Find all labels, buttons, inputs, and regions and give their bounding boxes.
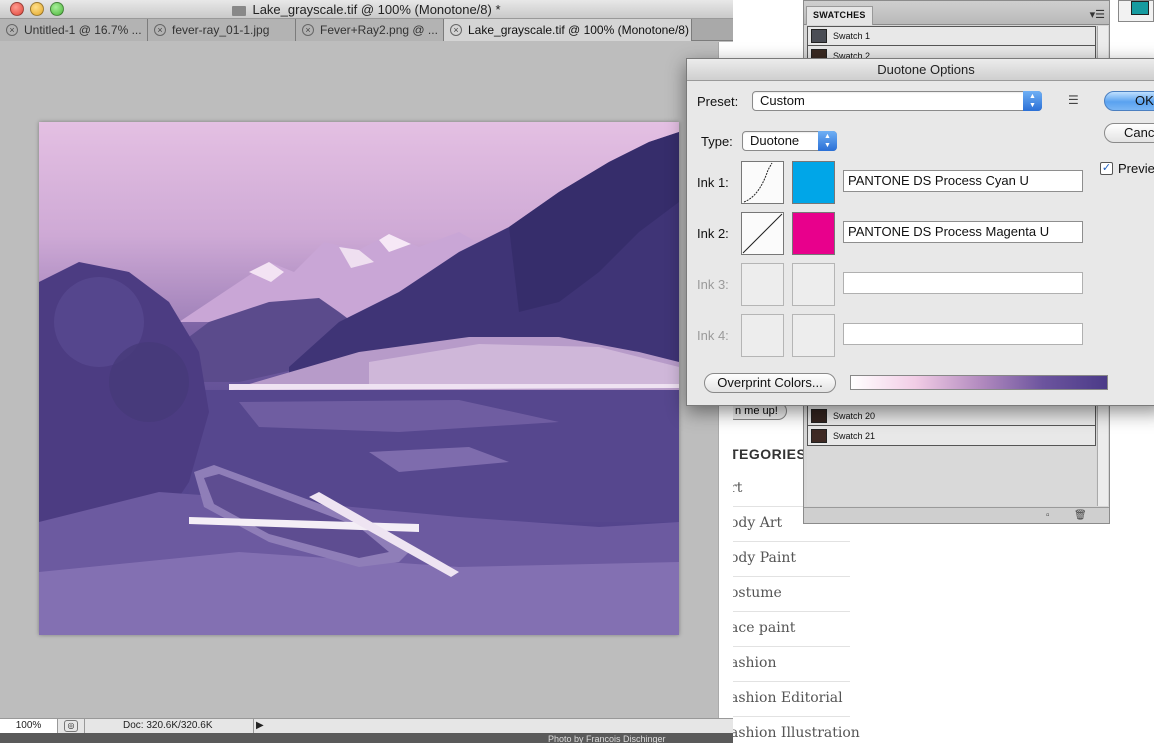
ink1-curve-button[interactable] [741,161,784,204]
ink4-color-swatch [792,314,835,357]
status-bar: 100% ◎ Doc: 320.6K/320.6K ▶ [0,718,733,733]
close-tab-icon[interactable]: × [6,24,18,36]
swatch-chip [811,428,827,443]
swatch-chip [811,29,827,43]
panel-menu-icon[interactable]: ▾☰ [1090,8,1105,21]
duotone-gradient-ramp [850,375,1108,390]
canvas-area[interactable] [0,42,718,718]
swatch-row[interactable]: Swatch 1 [807,26,1096,46]
ink1-name-field[interactable]: PANTONE DS Process Cyan U [843,170,1083,192]
category-link[interactable]: ody Paint [726,542,850,577]
preview-checkbox[interactable]: ✓ [1100,162,1113,175]
ok-button[interactable]: OK [1104,91,1154,111]
document-size-info: Doc: 320.6K/320.6K [84,719,254,733]
category-link[interactable]: ace paint [726,612,850,647]
close-tab-icon[interactable]: × [450,24,462,36]
category-link[interactable]: ostume [726,577,850,612]
tab-label: Untitled-1 @ 16.7% ... [24,23,142,37]
swatch-name: Swatch 21 [833,430,876,441]
zoom-window-icon[interactable] [50,2,64,16]
ink3-label: Ink 3: [697,277,729,292]
ink3-color-swatch [792,263,835,306]
overprint-colors-button[interactable]: Overprint Colors... [704,373,836,393]
document-tab[interactable]: × Fever+Ray2.png @ ... [296,19,444,41]
ink4-curve-button [741,314,784,357]
select-stepper-icon: ▲ ▼ [818,131,837,151]
tab-label: Fever+Ray2.png @ ... [320,23,438,37]
preview-label: Previe [1118,161,1154,176]
swatch-name: Swatch 20 [833,410,876,421]
ink3-curve-button [741,263,784,306]
status-info-icon[interactable]: ◎ [64,720,78,732]
close-window-icon[interactable] [10,2,24,16]
select-stepper-icon: ▲ ▼ [1023,91,1042,111]
ink2-curve-icon [742,213,783,254]
ink2-color-swatch[interactable] [792,212,835,255]
lake-scene-image [39,122,679,635]
type-select[interactable]: Duotone ▲ ▼ [742,131,837,151]
swatches-footer: ▫ 🗑 [804,507,1109,523]
ink2-label: Ink 2: [697,226,729,241]
swatches-tabbar: SWATCHES ▾☰ [804,1,1109,25]
cancel-button[interactable]: Canc [1104,123,1154,143]
swatches-tab[interactable]: SWATCHES [806,6,873,25]
document-tab[interactable]: × Untitled-1 @ 16.7% ... [0,19,148,41]
tab-label: Lake_grayscale.tif @ 100% (Monotone/8) * [468,23,692,37]
swatch-row[interactable]: Swatch 20 [807,406,1096,426]
close-tab-icon[interactable]: × [154,24,166,36]
trash-icon[interactable]: 🗑 [1074,510,1087,521]
window-title: Lake_grayscale.tif @ 100% (Monotone/8) * [252,2,501,17]
type-label: Type: [701,134,733,149]
swatch-name: Swatch 1 [833,31,871,41]
foreground-color-box[interactable] [1118,0,1154,22]
preset-select[interactable]: Custom ▲ ▼ [752,91,1042,111]
ink4-name-field [843,323,1083,345]
ink4-label: Ink 4: [697,328,729,343]
category-link[interactable]: ashion Editorial [726,682,850,717]
document-tab[interactable]: × fever-ray_01-1.jpg [148,19,296,41]
document-tabbar: × Untitled-1 @ 16.7% ... × fever-ray_01-1.… [0,19,733,41]
foreground-color-chip [1131,1,1149,15]
category-link[interactable]: ashion Illustration [726,717,860,743]
zoom-level-field[interactable]: 100% [0,719,58,733]
ink1-label: Ink 1: [697,175,729,190]
category-link[interactable]: ashion [726,647,850,682]
tab-label: fever-ray_01-1.jpg [172,23,270,37]
new-swatch-icon[interactable]: ▫ [1046,510,1050,521]
minimize-window-icon[interactable] [30,2,44,16]
preset-options-icon[interactable]: ☰ [1068,93,1079,107]
ink1-color-swatch[interactable] [792,161,835,204]
duotone-options-dialog: Duotone Options Preset: Custom ▲ ▼ ☰ Type… [686,58,1154,406]
preset-value: Custom [760,93,805,108]
document-window: Lake_grayscale.tif @ 100% (Monotone/8) *… [0,0,733,743]
lake-photo[interactable] [39,122,679,635]
categories-heading: TEGORIES [730,446,807,462]
swatch-chip [811,408,827,423]
ink2-name-field[interactable]: PANTONE DS Process Magenta U [843,221,1083,243]
swatch-row[interactable]: Swatch 21 [807,426,1096,446]
preset-label: Preset: [697,94,739,109]
close-tab-icon[interactable]: × [302,24,314,36]
ink3-name-field [843,272,1083,294]
document-proxy-icon[interactable] [232,5,247,16]
ink1-curve-icon [743,162,773,203]
document-tab-active[interactable]: × Lake_grayscale.tif @ 100% (Monotone/8) … [444,19,692,41]
dialog-title: Duotone Options [687,59,1154,81]
status-menu-arrow-icon[interactable]: ▶ [256,719,264,733]
type-value: Duotone [750,133,800,148]
ink2-curve-button[interactable] [741,212,784,255]
photo-credit: Photo by Francois Dischinger [548,734,666,743]
window-titlebar: Lake_grayscale.tif @ 100% (Monotone/8) * [0,0,733,19]
